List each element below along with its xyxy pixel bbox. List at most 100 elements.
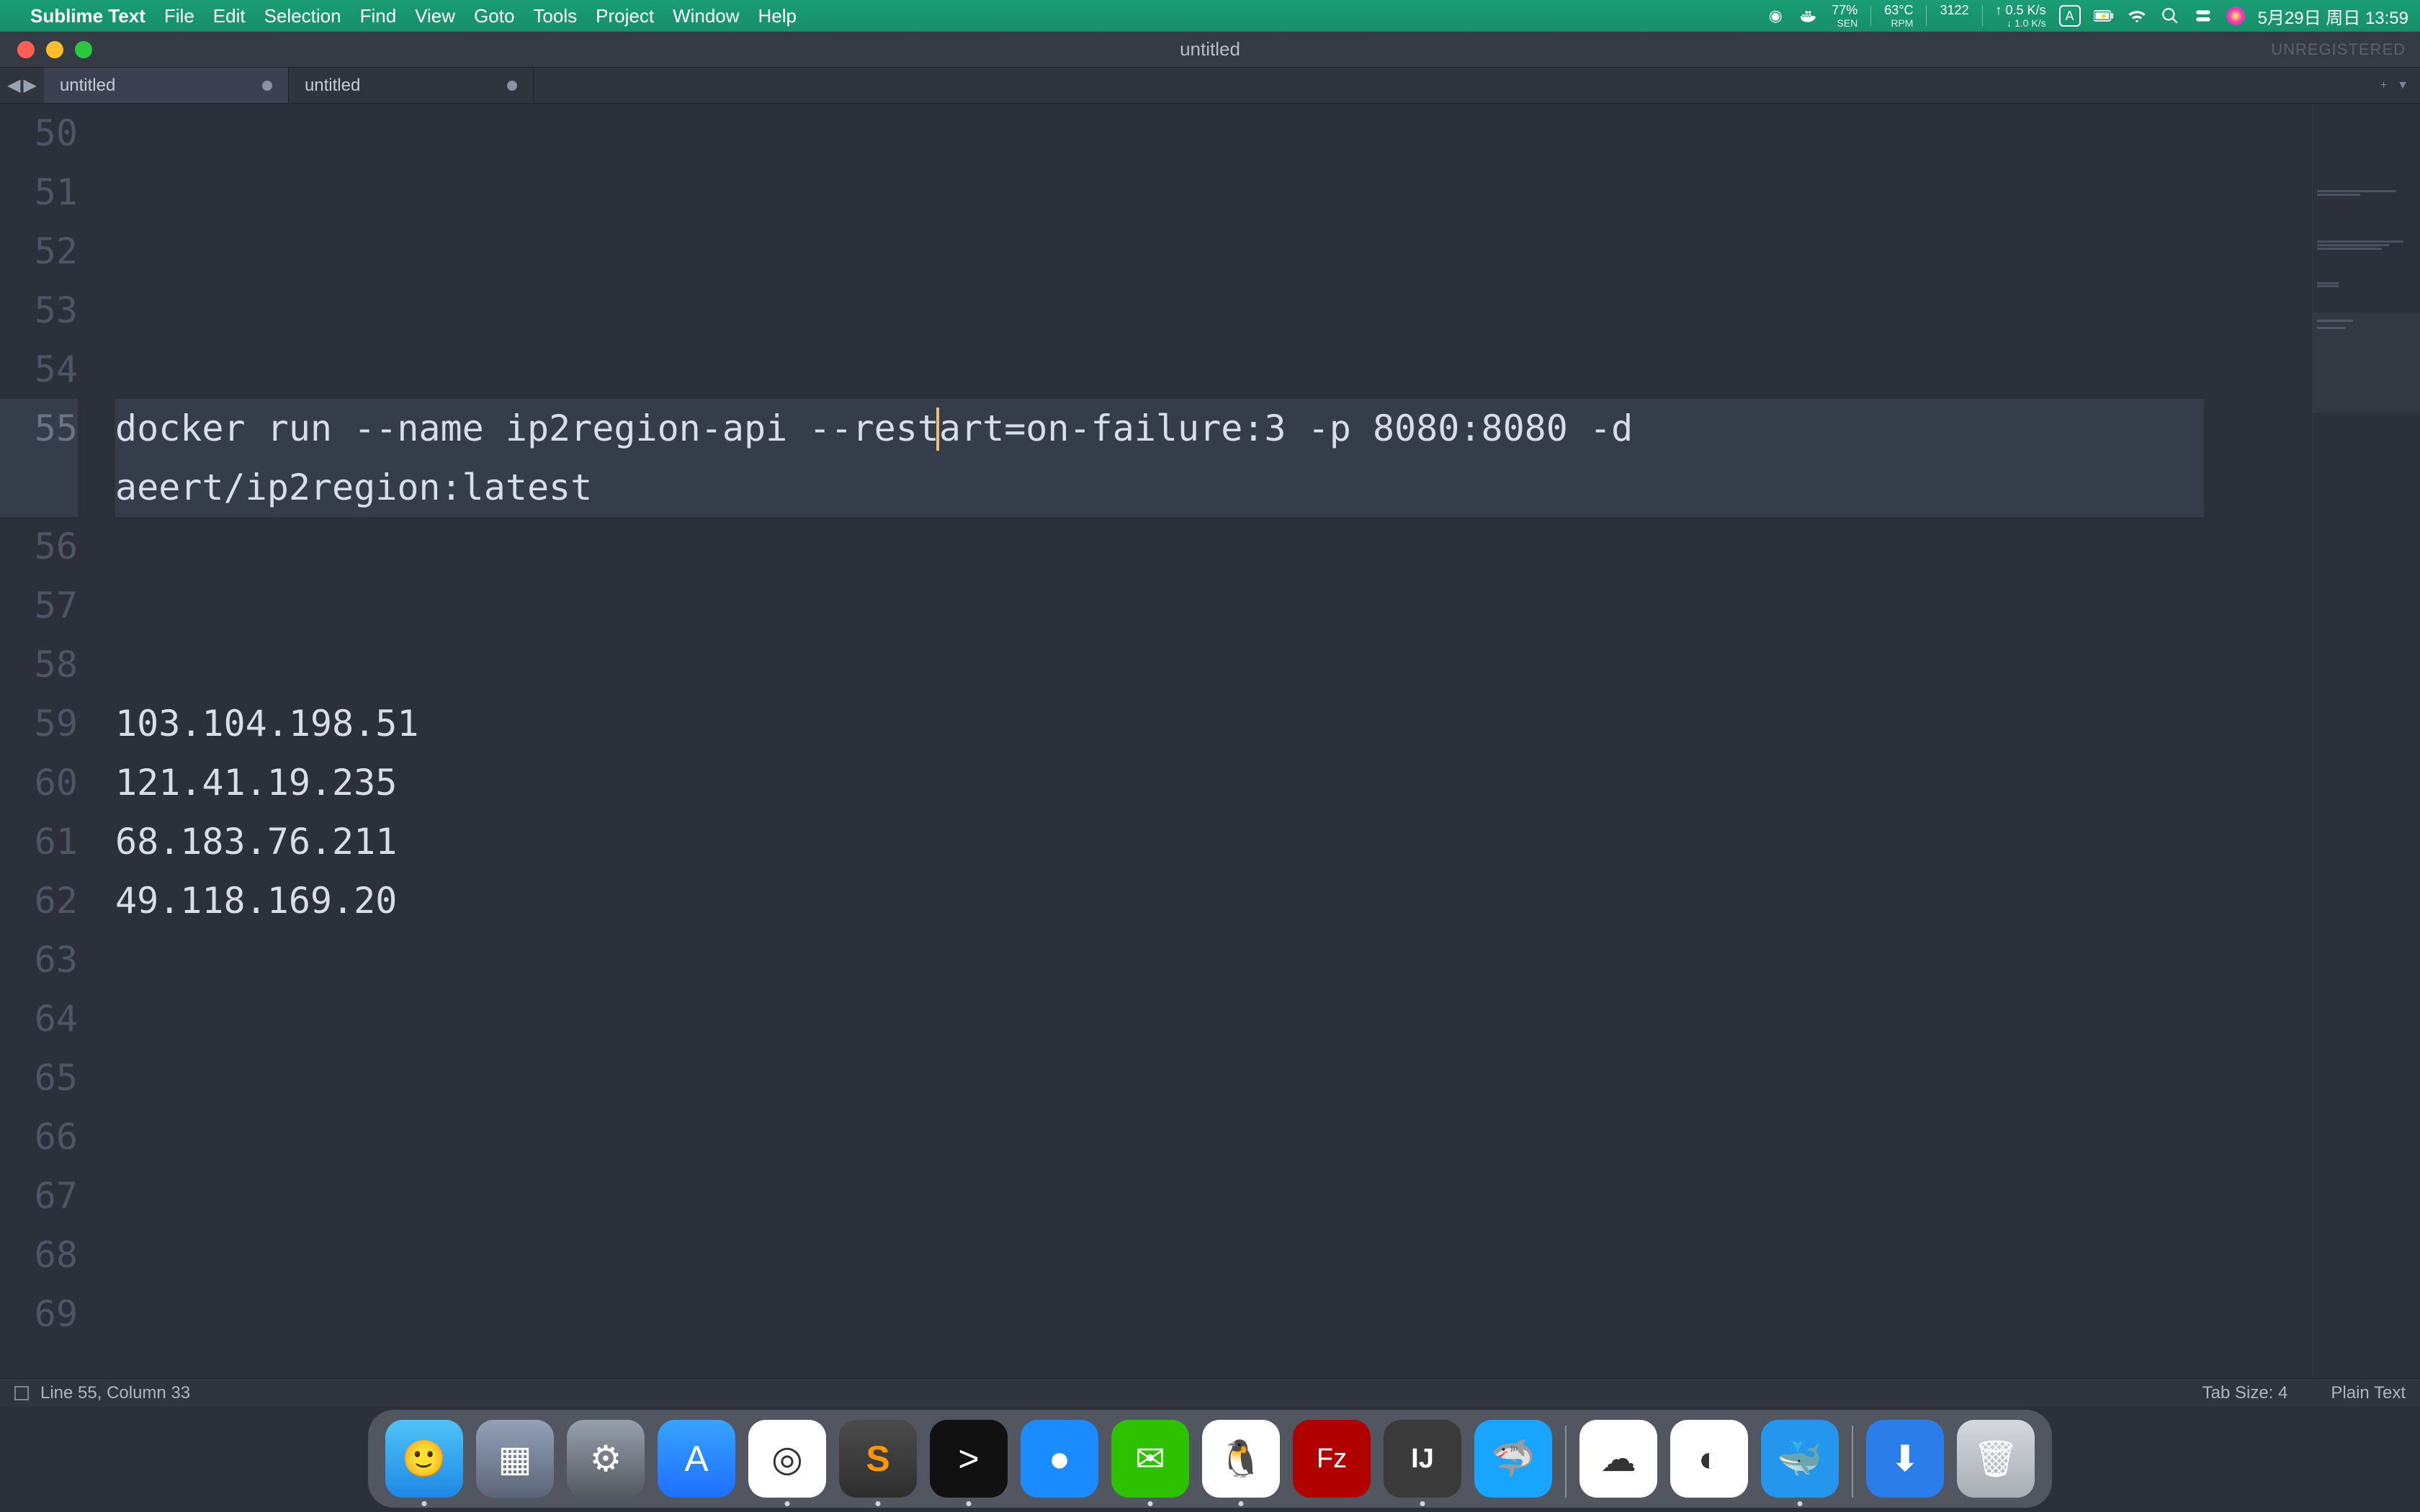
dock-app-chrome[interactable]: ◎ [748, 1420, 826, 1498]
code-line[interactable] [115, 576, 2204, 635]
menu-tools[interactable]: Tools [533, 5, 577, 27]
panel-toggle-icon[interactable] [14, 1386, 29, 1400]
code-line[interactable] [115, 281, 2204, 340]
temp-stat[interactable]: 63°CRPM [1884, 4, 1913, 28]
menu-goto[interactable]: Goto [474, 5, 514, 27]
tab-bar: ◀ ▶ untitled untitled + ▼ [0, 68, 2420, 104]
unregistered-label: UNREGISTERED [2271, 40, 2406, 59]
line-number: 67 [0, 1166, 78, 1225]
line-number: 66 [0, 1107, 78, 1166]
code-line[interactable] [115, 222, 2204, 281]
code-line[interactable]: 68.183.76.211 [115, 812, 2204, 871]
code-content[interactable]: docker run --name ip2region-api --restar… [115, 104, 2204, 1344]
dock-app-sublime-text[interactable]: S [839, 1420, 917, 1498]
dock-app-qq[interactable]: 🐧 [1202, 1420, 1280, 1498]
line-number: 58 [0, 635, 78, 694]
dock-app-downloads[interactable]: ⬇ [1866, 1420, 1944, 1498]
menu-edit[interactable]: Edit [213, 5, 246, 27]
running-indicator-icon [785, 1501, 790, 1506]
dock-app-terminal[interactable]: > [930, 1420, 1008, 1498]
minimap[interactable] [2312, 104, 2420, 1404]
menu-help[interactable]: Help [758, 5, 797, 27]
spotlight-icon[interactable] [2160, 6, 2180, 26]
fan-stat[interactable]: 3122 [1940, 4, 1968, 28]
dock-app-finder[interactable]: 🙂 [385, 1420, 463, 1498]
battery-icon[interactable]: ⚡ [2094, 6, 2114, 26]
code-line[interactable] [115, 104, 2204, 163]
fullscreen-window-button[interactable] [75, 41, 92, 58]
tab-size-selector[interactable]: Tab Size: 4 [2202, 1383, 2288, 1403]
menu-window[interactable]: Window [673, 5, 739, 27]
dock-app-wechat[interactable]: ✉ [1111, 1420, 1189, 1498]
code-line[interactable] [115, 989, 2204, 1048]
dock-app-1password[interactable]: ● [1021, 1420, 1098, 1498]
running-indicator-icon [1798, 1501, 1803, 1506]
dock-app-launchpad[interactable]: ▦ [476, 1420, 554, 1498]
syntax-selector[interactable]: Plain Text [2331, 1383, 2406, 1403]
dirty-indicator-icon [507, 81, 517, 91]
tab-label: untitled [305, 76, 360, 96]
code-line[interactable] [115, 340, 2204, 399]
record-icon[interactable]: ◉ [1765, 6, 1785, 26]
code-line[interactable] [115, 1225, 2204, 1284]
siri-icon[interactable] [2226, 6, 2245, 25]
running-indicator-icon [967, 1501, 972, 1506]
dock-app-app-store[interactable]: A [658, 1420, 735, 1498]
code-line[interactable]: 103.104.198.51 [115, 694, 2204, 753]
nav-forward-icon[interactable]: ▶ [23, 75, 36, 96]
cursor-position[interactable]: Line 55, Column 33 [40, 1383, 190, 1403]
dock-app-trash[interactable]: 🗑 [1957, 1420, 2035, 1498]
dock-app-tencent-meeting[interactable]: ◐ [1670, 1420, 1748, 1498]
text-editor[interactable]: 5051525354555657585960616263646566676869… [0, 104, 2312, 1404]
dock-app-cloud-app[interactable]: ☁ [1579, 1420, 1657, 1498]
gutter: 5051525354555657585960616263646566676869 [0, 104, 94, 1404]
code-line[interactable] [115, 517, 2204, 576]
net-stat[interactable]: ↑ 0.5 K/s↓ 1.0 K/s [1996, 4, 2046, 28]
code-line[interactable] [115, 1166, 2204, 1225]
tab-label: untitled [60, 76, 115, 96]
menu-selection[interactable]: Selection [264, 5, 341, 27]
tab-2[interactable]: untitled [289, 68, 534, 103]
line-number: 61 [0, 812, 78, 871]
tab-1[interactable]: untitled [44, 68, 289, 103]
control-center-icon[interactable] [2193, 6, 2213, 26]
menu-file[interactable]: File [164, 5, 194, 27]
window-title: untitled [1180, 38, 1240, 60]
menu-view[interactable]: View [415, 5, 455, 27]
nav-back-icon[interactable]: ◀ [7, 75, 20, 96]
tab-dropdown-icon[interactable]: ▼ [2397, 79, 2408, 92]
line-number: 63 [0, 930, 78, 989]
menu-project[interactable]: Project [596, 5, 654, 27]
code-line[interactable] [115, 163, 2204, 222]
code-line[interactable]: docker run --name ip2region-api --restar… [115, 399, 2204, 517]
app-menu[interactable]: Sublime Text [30, 5, 145, 27]
close-window-button[interactable] [17, 41, 35, 58]
code-line[interactable] [115, 930, 2204, 989]
code-line[interactable]: 121.41.19.235 [115, 753, 2204, 812]
new-tab-icon[interactable]: + [2380, 79, 2387, 92]
code-line[interactable]: 49.118.169.20 [115, 871, 2204, 930]
menu-find[interactable]: Find [360, 5, 397, 27]
code-line[interactable] [115, 635, 2204, 694]
line-number: 57 [0, 576, 78, 635]
code-line[interactable] [115, 1107, 2204, 1166]
minimize-window-button[interactable] [46, 41, 63, 58]
dock-app-docker[interactable]: 🐳 [1761, 1420, 1839, 1498]
stat-divider [1870, 6, 1871, 26]
input-source-icon[interactable]: A [2059, 5, 2081, 27]
dock-app-system-preferences[interactable]: ⚙ [567, 1420, 645, 1498]
running-indicator-icon [1148, 1501, 1153, 1506]
docker-tray-icon[interactable] [1798, 6, 1819, 26]
line-number: 52 [0, 222, 78, 281]
dock-app-wireshark[interactable]: 🦈 [1474, 1420, 1552, 1498]
code-line[interactable] [115, 1048, 2204, 1107]
code-line[interactable] [115, 1284, 2204, 1344]
dock-separator [1852, 1426, 1853, 1498]
clock[interactable]: 5月29日 周日 13:59 [2258, 4, 2408, 29]
line-number: 62 [0, 871, 78, 930]
cpu-stat[interactable]: 77%SEN [1832, 4, 1857, 28]
dock-app-filezilla[interactable]: Fz [1293, 1420, 1371, 1498]
dock-app-intellij[interactable]: IJ [1384, 1420, 1461, 1498]
minimap-viewport[interactable] [2313, 312, 2420, 413]
wifi-icon[interactable] [2127, 6, 2147, 26]
